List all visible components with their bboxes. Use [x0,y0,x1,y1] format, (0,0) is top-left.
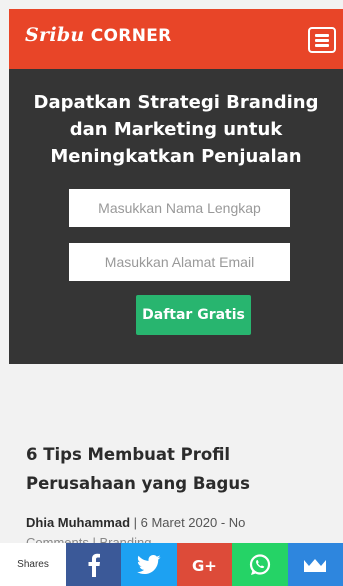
article-title[interactable]: 6 Tips Membuat Profil Perusahaan yang Ba… [26,440,326,498]
hero-title-line: Dapatkan Strategi Branding [33,92,319,113]
twitter-share-button[interactable] [121,543,177,586]
whatsapp-share-button[interactable] [232,543,288,586]
hero-title-line: dan Marketing untuk [69,119,283,140]
name-input[interactable]: Masukkan Nama Lengkap [69,189,290,227]
twitter-icon [137,554,161,574]
article-meta: Dhia Muhammad | 6 Maret 2020 - No [26,513,326,533]
google-plus-share-button[interactable]: G+ [176,543,233,586]
facebook-icon [88,553,100,577]
hamburger-icon[interactable] [308,27,336,53]
svg-text:G+: G+ [192,557,217,574]
site-logo[interactable]: Sribu CORNER [25,24,172,46]
share-bar: Shares G+ [0,543,343,586]
signup-hero: Dapatkan Strategi Branding dan Marketing… [9,69,343,364]
logo-script: Sribu [25,24,85,46]
site-header: Sribu CORNER [9,9,343,69]
logo-text: CORNER [90,26,172,46]
share-label: Shares [0,543,66,586]
hero-title: Dapatkan Strategi Branding dan Marketing… [9,89,343,170]
google-plus-icon: G+ [192,557,217,574]
page: Sribu CORNER Dapatkan Strategi Branding … [0,0,343,586]
sumo-crown-icon [304,558,327,572]
facebook-share-button[interactable] [66,543,122,586]
article-author[interactable]: Dhia Muhammad [26,515,130,530]
hero-title-line: Meningkatkan Penjualan [50,146,302,167]
article-date: | 6 Maret 2020 - No [130,515,246,530]
sumo-share-button[interactable] [287,543,343,586]
email-input[interactable]: Masukkan Alamat Email [69,243,290,281]
whatsapp-icon [249,553,270,575]
signup-button[interactable]: Daftar Gratis [136,295,251,335]
